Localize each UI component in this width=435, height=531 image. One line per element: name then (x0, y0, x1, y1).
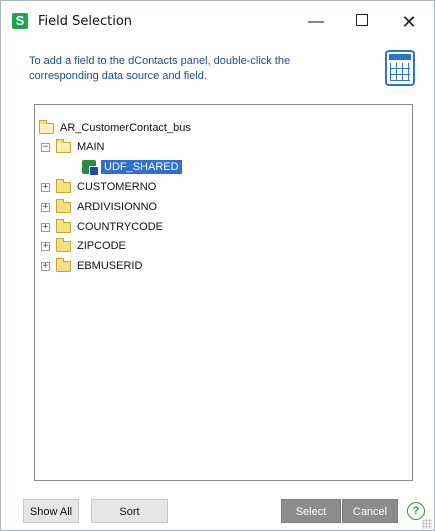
sort-button[interactable]: Sort (91, 499, 168, 523)
expand-toggle[interactable]: + (41, 241, 50, 251)
selected-field-label: UDF_SHARED (101, 160, 182, 174)
folder-icon (56, 218, 71, 233)
tree-field-udf-shared[interactable]: UDF_SHARED (82, 158, 182, 176)
tree-node[interactable]: + CUSTOMERNO (41, 178, 156, 196)
expand-toggle[interactable]: + (41, 222, 50, 232)
tree-node[interactable]: + ARDIVISIONNO (41, 198, 157, 216)
help-circle-icon[interactable]: ? (407, 502, 425, 520)
show-all-button[interactable]: Show All (23, 499, 79, 523)
data-field-icon (82, 160, 99, 176)
close-button[interactable]: ✕ (389, 9, 429, 35)
title-bar[interactable]: S Field Selection — ✕ (1, 1, 434, 45)
expand-toggle[interactable]: + (41, 182, 50, 192)
folder-icon (56, 178, 71, 193)
tree-node[interactable]: + ZIPCODE (41, 237, 126, 255)
table-grid-icon (385, 50, 415, 86)
grid-icon-header (389, 54, 411, 60)
maximize-icon (356, 14, 368, 26)
minimize-button[interactable]: — (296, 9, 336, 35)
folder-icon (56, 237, 71, 252)
tree-node[interactable]: + COUNTRYCODE (41, 218, 163, 236)
data-source-tree[interactable]: AR_CustomerContact_bus − MAIN UDF_SHARED… (34, 104, 413, 481)
resize-grip[interactable] (422, 519, 432, 529)
open-folder-icon (56, 138, 71, 153)
maximize-button[interactable] (342, 9, 382, 35)
field-selection-window: S Field Selection — ✕ To add a field to … (0, 0, 435, 531)
tree-node-label: COUNTRYCODE (77, 221, 163, 233)
tree-node-label: ARDIVISIONNO (77, 201, 158, 213)
select-button[interactable]: Select (281, 499, 341, 523)
tree-root-label: AR_CustomerContact_bus (60, 122, 191, 134)
instructions-text: To add a field to the dContacts panel, d… (29, 55, 291, 82)
expand-toggle[interactable]: + (41, 202, 50, 212)
collapse-toggle[interactable]: − (41, 142, 50, 152)
tree-root[interactable]: AR_CustomerContact_bus (39, 119, 191, 137)
tree-node-main[interactable]: − MAIN (41, 138, 105, 156)
tree-node-label: ZIPCODE (77, 240, 126, 252)
tree-node-label: EBMUSERID (77, 260, 143, 272)
folder-icon (56, 198, 71, 213)
open-folder-icon (39, 119, 54, 134)
expand-toggle[interactable]: + (41, 261, 50, 271)
window-title: Field Selection (38, 14, 133, 29)
folder-icon (56, 257, 71, 272)
grid-icon-cells (390, 63, 410, 81)
sage-s-icon: S (12, 13, 28, 29)
tree-node[interactable]: + EBMUSERID (41, 257, 142, 275)
tree-node-label: CUSTOMERNO (77, 181, 157, 193)
tree-node-label: MAIN (77, 141, 105, 153)
cancel-button[interactable]: Cancel (342, 499, 398, 523)
